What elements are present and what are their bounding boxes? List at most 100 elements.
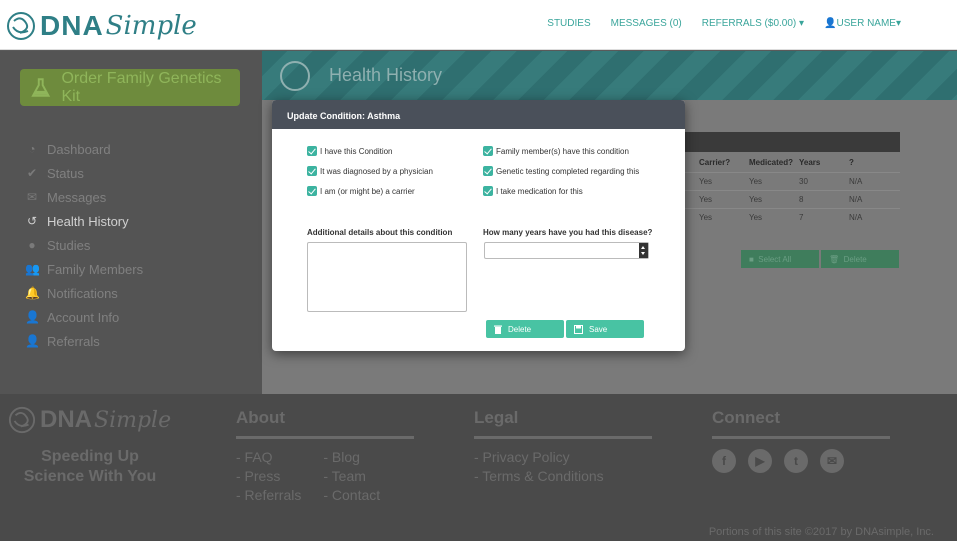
sidebar-item-label: Family Members <box>47 261 144 277</box>
sidebar-item-label: Notifications <box>47 285 118 301</box>
column-header: Carrier? <box>699 157 731 167</box>
table-row[interactable]: Yes Yes 7 N/A <box>685 208 900 226</box>
footer-connect-column: Connect f ▶ t ✉ <box>712 408 890 473</box>
take-medication-checkbox[interactable]: I take medication for this <box>483 181 639 201</box>
save-button-label: Save <box>589 324 608 334</box>
sidebar-item-referrals[interactable]: 👤 Referrals <box>25 329 143 353</box>
tagline-line: Science With You <box>23 468 157 485</box>
footer-link-press[interactable]: - Press <box>236 468 301 487</box>
history-icon: ↺ <box>26 214 38 228</box>
checkbox-label: I take medication for this <box>496 186 583 196</box>
nav-referrals-dropdown[interactable]: REFERRALS ($0.00) ▾ <box>702 18 804 29</box>
select-all-button[interactable]: ■ Select All <box>741 250 819 268</box>
nav-studies-link[interactable]: STUDIES <box>547 18 590 29</box>
caret-down-icon: ▾ <box>895 18 901 29</box>
footer-connect-heading: Connect <box>712 408 890 439</box>
helix-banner-icon <box>280 61 310 91</box>
table-cell: Yes <box>749 177 763 186</box>
checkbox-checked-icon <box>307 166 317 176</box>
conditions-table: Carrier? Medicated? Years ? Yes Yes 30 N… <box>685 132 900 226</box>
table-header-bar <box>685 132 900 152</box>
youtube-icon[interactable]: ▶ <box>748 449 772 473</box>
copyright-text: Portions of this site ©2017 by DNAsimple… <box>708 526 934 538</box>
details-textarea[interactable] <box>307 242 467 312</box>
delete-selected-button[interactable]: 🗑 Delete <box>821 250 899 268</box>
trash-icon <box>494 325 502 334</box>
table-action-buttons: ■ Select All 🗑 Delete <box>741 250 899 268</box>
table-row[interactable]: Yes Yes 30 N/A <box>685 172 900 190</box>
sidebar-item-label: Studies <box>47 237 91 253</box>
genetic-testing-checkbox[interactable]: Genetic testing completed regarding this <box>483 161 639 181</box>
twitter-icon[interactable]: t <box>784 449 808 473</box>
checkbox-label: It was diagnosed by a physician <box>320 166 433 176</box>
checkbox-checked-icon <box>483 166 493 176</box>
table-cell: N/A <box>849 177 863 186</box>
footer-link-terms[interactable]: - Terms & Conditions <box>474 468 604 487</box>
footer-legal-column: Legal - Privacy Policy - Terms & Conditi… <box>474 408 652 487</box>
footer-link-privacy[interactable]: - Privacy Policy <box>474 449 604 468</box>
sidebar-item-label: Health History <box>47 213 129 229</box>
table-row[interactable]: Yes Yes 8 N/A <box>685 190 900 208</box>
checkbox-label: Genetic testing completed regarding this <box>496 166 640 176</box>
footer-logo-dna: DNA <box>40 406 92 433</box>
sidebar-item-status[interactable]: ✔ Status <box>25 161 143 185</box>
left-checkbox-group: I have this Condition It was diagnosed b… <box>307 141 433 201</box>
checkbox-checked-icon <box>483 186 493 196</box>
footer-about-column: About - FAQ - Press - Referrals - Blog -… <box>236 408 414 506</box>
page-title: Health History <box>329 65 443 85</box>
footer-link-team[interactable]: - Team <box>323 468 380 487</box>
sidebar-item-family-members[interactable]: 👥 Family Members <box>25 257 143 281</box>
email-icon[interactable]: ✉ <box>820 449 844 473</box>
save-icon <box>574 324 583 334</box>
footer-link-faq[interactable]: - FAQ <box>236 449 301 468</box>
save-condition-button[interactable]: Save <box>566 320 644 338</box>
order-genetics-kit-button[interactable]: Order Family Genetics Kit <box>20 69 240 106</box>
sidebar-item-label: Account Info <box>47 309 120 325</box>
sidebar-item-health-history[interactable]: ↺ Health History <box>25 209 143 233</box>
sidebar-item-label: Status <box>47 165 84 181</box>
order-button-label: Order Family Genetics Kit <box>61 69 222 105</box>
table-cell: Yes <box>749 213 763 222</box>
footer-logo: DNA Simple <box>8 406 171 434</box>
sidebar-item-dashboard[interactable]: ◔ Dashboard <box>25 137 143 161</box>
checkbox-checked-icon <box>307 146 317 156</box>
sidebar-item-messages[interactable]: ✉ Messages <box>25 185 143 209</box>
sidebar-item-notifications[interactable]: 🔔 Notifications <box>25 281 143 305</box>
family-members-condition-checkbox[interactable]: Family member(s) have this condition <box>483 141 639 161</box>
footer-link-referrals[interactable]: - Referrals <box>236 487 301 506</box>
sidebar-item-account-info[interactable]: 👤 Account Info <box>25 305 143 329</box>
checkbox-label: I have this Condition <box>320 146 393 156</box>
users-icon: 👥 <box>25 262 40 276</box>
dnasimple-logo[interactable]: DNA Simple <box>6 10 197 42</box>
footer-about-heading: About <box>236 408 414 439</box>
number-spinner[interactable] <box>639 243 648 258</box>
table-column-headers: Carrier? Medicated? Years ? <box>685 152 900 172</box>
checkbox-label: I am (or might be) a carrier <box>320 186 415 196</box>
nav-messages-link[interactable]: MESSAGES (0) <box>611 18 682 29</box>
sidebar-item-label: Dashboard <box>47 141 111 157</box>
studies-icon: ● <box>28 238 36 252</box>
delete-condition-button[interactable]: Delete <box>486 320 564 338</box>
footer-link-blog[interactable]: - Blog <box>323 449 380 468</box>
caret-down-icon: ▾ <box>799 18 805 29</box>
user-menu-dropdown[interactable]: 👤USER NAME▾ <box>824 18 901 29</box>
modal-title: Update Condition: Asthma <box>272 100 685 129</box>
table-cell: Yes <box>699 195 713 204</box>
years-number-input[interactable] <box>484 242 649 259</box>
have-condition-checkbox[interactable]: I have this Condition <box>307 141 433 161</box>
sidebar-item-studies[interactable]: ● Studies <box>25 233 143 257</box>
footer-link-contact[interactable]: - Contact <box>323 487 380 506</box>
top-navbar: DNA Simple STUDIES MESSAGES (0) REFERRAL… <box>0 0 957 50</box>
user-plus-icon: 👤 <box>25 334 40 348</box>
select-all-label: Select All <box>758 254 792 264</box>
trash-icon: 🗑 <box>829 254 840 264</box>
modal-action-buttons: Delete Save <box>486 320 644 338</box>
diagnosed-by-physician-checkbox[interactable]: It was diagnosed by a physician <box>307 161 433 181</box>
carrier-checkbox[interactable]: I am (or might be) a carrier <box>307 181 433 201</box>
bell-icon: 🔔 <box>25 286 40 300</box>
facebook-icon[interactable]: f <box>712 449 736 473</box>
checkbox-checked-icon <box>307 186 317 196</box>
delete-button-label: Delete <box>508 324 532 334</box>
logo-dna-text: DNA <box>40 10 104 41</box>
footer-logo-simple: Simple <box>94 407 172 433</box>
